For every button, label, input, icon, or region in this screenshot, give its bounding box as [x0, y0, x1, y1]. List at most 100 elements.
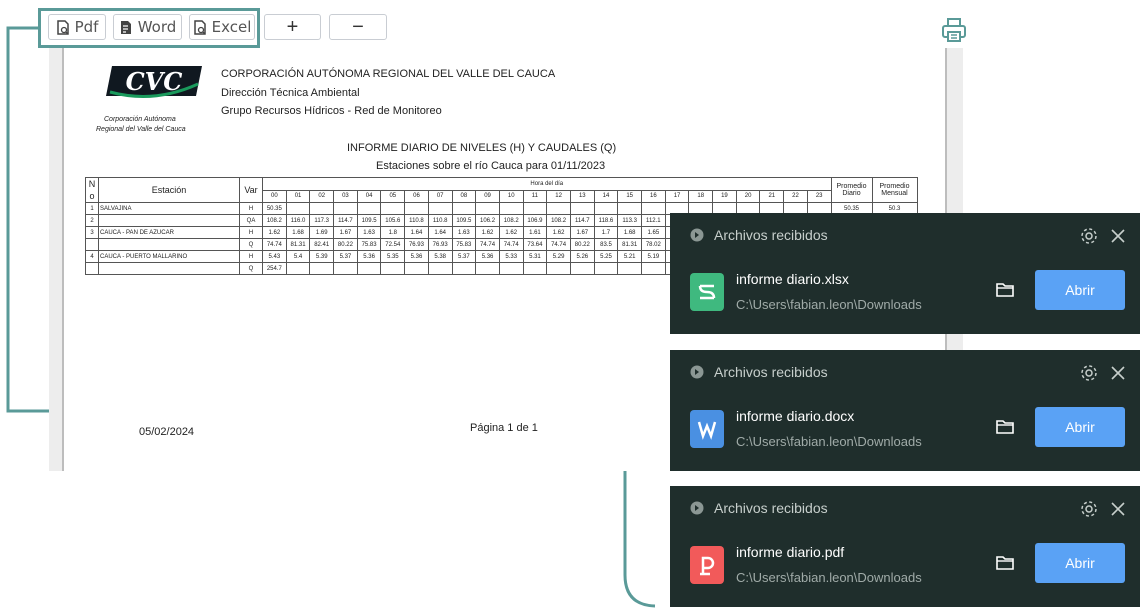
var-cell: H — [239, 202, 263, 215]
value-cell: 5.26 — [569, 250, 595, 263]
value-cell: 1.63 — [451, 226, 477, 239]
col-no-header: N o — [85, 177, 99, 203]
value-cell: 73.64 — [522, 238, 548, 251]
value-cell: 81.31 — [617, 238, 642, 251]
word-doc-icon — [120, 20, 131, 34]
open-file-button[interactable]: Abrir — [1035, 543, 1125, 583]
value-cell — [498, 202, 524, 215]
value-cell: 1.62 — [475, 226, 500, 239]
hour-header-cell: 16 — [641, 189, 666, 203]
value-cell — [522, 202, 548, 215]
settings-gear-icon[interactable] — [1080, 500, 1098, 518]
hour-header-cell: 00 — [262, 189, 287, 203]
settings-gear-icon[interactable] — [1080, 227, 1098, 245]
excel-file-icon — [690, 273, 724, 311]
export-excel-button[interactable]: Excel — [189, 14, 255, 40]
row-no-cell: 1 — [85, 202, 99, 215]
value-cell — [451, 202, 477, 215]
value-cell: 5.33 — [498, 250, 524, 263]
file-name: informe diario.docx — [736, 408, 855, 424]
row-no-cell: 4 — [85, 250, 99, 263]
hour-header-cell: 04 — [356, 189, 382, 203]
value-cell: 106.2 — [475, 214, 500, 227]
hour-header-cell: 11 — [522, 189, 548, 203]
value-cell — [356, 262, 382, 275]
open-folder-icon[interactable] — [995, 418, 1015, 436]
zoom-in-label: + — [286, 15, 299, 38]
value-cell — [427, 202, 453, 215]
open-folder-icon[interactable] — [995, 554, 1015, 572]
col-var-header: Var — [239, 177, 263, 203]
footer-date: 05/02/2024 — [139, 426, 195, 438]
zoom-out-button[interactable]: − — [329, 14, 387, 40]
value-cell: 5.37 — [451, 250, 477, 263]
value-cell — [546, 202, 571, 215]
hour-header-cell: 02 — [309, 189, 335, 203]
value-cell: 110.8 — [404, 214, 429, 227]
export-word-button[interactable]: Word — [113, 14, 182, 40]
file-name: informe diario.pdf — [736, 544, 845, 560]
value-cell: 76.93 — [427, 238, 453, 251]
hour-header-cell: 19 — [712, 189, 737, 203]
print-button[interactable] — [940, 16, 968, 44]
station-cell — [98, 214, 240, 227]
notification-title: Archivos recibidos — [714, 364, 828, 380]
value-cell — [569, 262, 595, 275]
zoom-in-button[interactable]: + — [264, 14, 321, 40]
value-cell: 1.67 — [569, 226, 595, 239]
value-cell: 1.61 — [522, 226, 548, 239]
value-cell: 117.3 — [309, 214, 335, 227]
file-path: C:\Users\fabian.leon\Downloads — [736, 297, 922, 312]
hour-header-cell: 01 — [285, 189, 311, 203]
value-cell: 112.1 — [641, 214, 666, 227]
value-cell — [380, 202, 406, 215]
open-folder-icon[interactable] — [995, 281, 1015, 299]
close-icon[interactable] — [1110, 501, 1126, 517]
settings-gear-icon[interactable] — [1080, 364, 1098, 382]
value-cell: 254.7 — [262, 262, 287, 275]
value-cell: 74.74 — [546, 238, 571, 251]
value-cell: 72.54 — [380, 238, 406, 251]
file-path: C:\Users\fabian.leon\Downloads — [736, 434, 922, 449]
close-icon[interactable] — [1110, 365, 1126, 381]
value-cell: 1.62 — [498, 226, 524, 239]
value-cell: 74.74 — [498, 238, 524, 251]
col-hour-header: Hora del día — [262, 177, 832, 191]
value-cell: 75.83 — [451, 238, 477, 251]
notification-title: Archivos recibidos — [714, 500, 828, 516]
pdf-doc-icon — [56, 19, 69, 35]
col-avg-daily-header: Promedio Diario — [830, 177, 873, 203]
export-pdf-button[interactable]: Pdf — [48, 14, 106, 40]
value-cell: 114.7 — [569, 214, 595, 227]
value-cell — [593, 262, 619, 275]
value-cell: 80.22 — [333, 238, 358, 251]
value-cell: 5.29 — [546, 250, 571, 263]
value-cell — [641, 202, 666, 215]
row-no-cell — [85, 262, 99, 275]
close-icon[interactable] — [1110, 228, 1126, 244]
hour-header-cell: 18 — [688, 189, 714, 203]
value-cell: 5.38 — [427, 250, 453, 263]
value-cell — [522, 262, 548, 275]
open-file-button[interactable]: Abrir — [1035, 270, 1125, 310]
value-cell — [404, 202, 429, 215]
value-cell: 105.6 — [380, 214, 406, 227]
value-cell — [380, 262, 406, 275]
var-cell: H — [239, 250, 263, 263]
export-excel-label: Excel — [211, 18, 252, 36]
value-cell: 108.2 — [546, 214, 571, 227]
value-cell: 114.7 — [333, 214, 358, 227]
value-cell: 1.65 — [641, 226, 666, 239]
org-dept: Dirección Técnica Ambiental — [221, 87, 360, 99]
download-app-icon — [690, 501, 704, 515]
value-cell: 110.8 — [427, 214, 453, 227]
value-cell — [427, 262, 453, 275]
value-cell: 5.21 — [617, 250, 642, 263]
cvc-logo: CVC — [104, 64, 204, 116]
value-cell: 78.02 — [641, 238, 666, 251]
col-avg-monthly-header: Promedio Mensual — [871, 177, 918, 203]
hour-header-cell: 06 — [404, 189, 429, 203]
open-file-button[interactable]: Abrir — [1035, 407, 1125, 447]
value-cell — [356, 202, 382, 215]
value-cell: 118.6 — [593, 214, 619, 227]
